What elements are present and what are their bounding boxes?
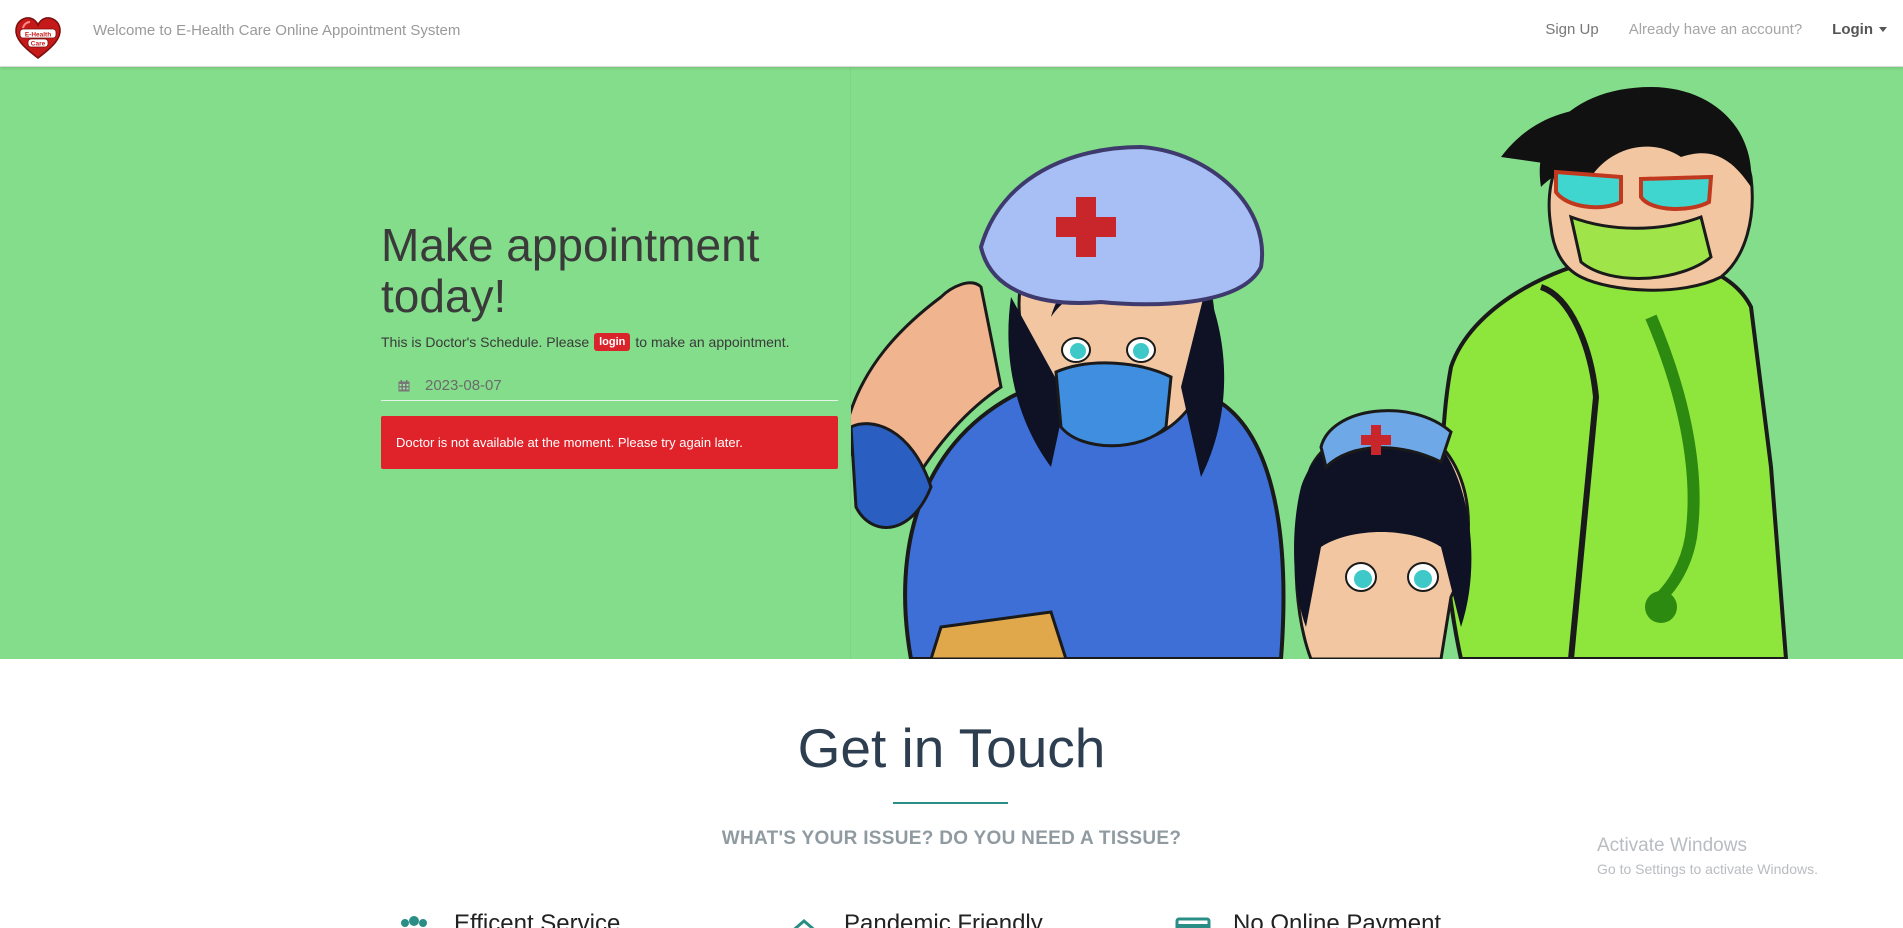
hero-text: This is Doctor's Schedule. Please login …: [381, 333, 790, 351]
welcome-text: Welcome to E-Health Care Online Appointm…: [93, 22, 461, 39]
already-account-text: Already have an account?: [1628, 21, 1803, 38]
feature-title: Pandemic Friendly: [844, 910, 1043, 928]
unavailable-alert: Doctor is not available at the moment. P…: [381, 416, 838, 469]
navbar: E-Health Care Welcome to E-Health Care O…: [0, 0, 1903, 67]
activate-windows-watermark: Activate Windows Go to Settings to activ…: [1597, 835, 1818, 877]
hero-title: Make appointment today!: [381, 219, 760, 322]
login-dropdown[interactable]: Login: [1832, 21, 1887, 38]
login-badge-link[interactable]: login: [594, 333, 631, 351]
svg-text:Care: Care: [31, 41, 46, 48]
calendar-icon: [398, 379, 410, 391]
hero-section: Make appointment today! This is Doctor's…: [0, 67, 1903, 659]
signup-link[interactable]: Sign Up: [1545, 21, 1598, 38]
feature-pandemic-friendly: Pandemic Friendly: [786, 910, 1043, 928]
medical-staff-illustration: [851, 87, 1789, 659]
login-label: Login: [1832, 21, 1873, 38]
caret-down-icon: [1879, 27, 1887, 32]
watermark-line-1: Activate Windows: [1597, 835, 1747, 856]
hero-text-after: to make an appointment.: [635, 334, 790, 350]
date-field[interactable]: [381, 371, 838, 401]
date-input[interactable]: [425, 377, 805, 394]
nav-right: Sign Up Already have an account? Login: [1545, 21, 1887, 38]
e-health-care-logo[interactable]: E-Health Care: [14, 16, 62, 60]
credit-card-icon: [1175, 917, 1211, 928]
feature-title: No Online Payment: [1233, 910, 1442, 928]
svg-text:E-Health: E-Health: [25, 32, 51, 39]
title-underline: [893, 802, 1008, 804]
watermark-line-2: Go to Settings to activate Windows.: [1597, 861, 1818, 877]
hero-text-before: This is Doctor's Schedule. Please: [381, 334, 590, 350]
users-icon: [401, 916, 427, 927]
feature-title: Efficent Service: [454, 910, 621, 928]
house-icon: [793, 919, 815, 928]
get-in-touch-title: Get in Touch: [797, 717, 1106, 779]
feature-no-online-payment: No Online Payment: [1175, 910, 1441, 928]
feature-efficient-service: Efficent Service: [396, 910, 620, 928]
